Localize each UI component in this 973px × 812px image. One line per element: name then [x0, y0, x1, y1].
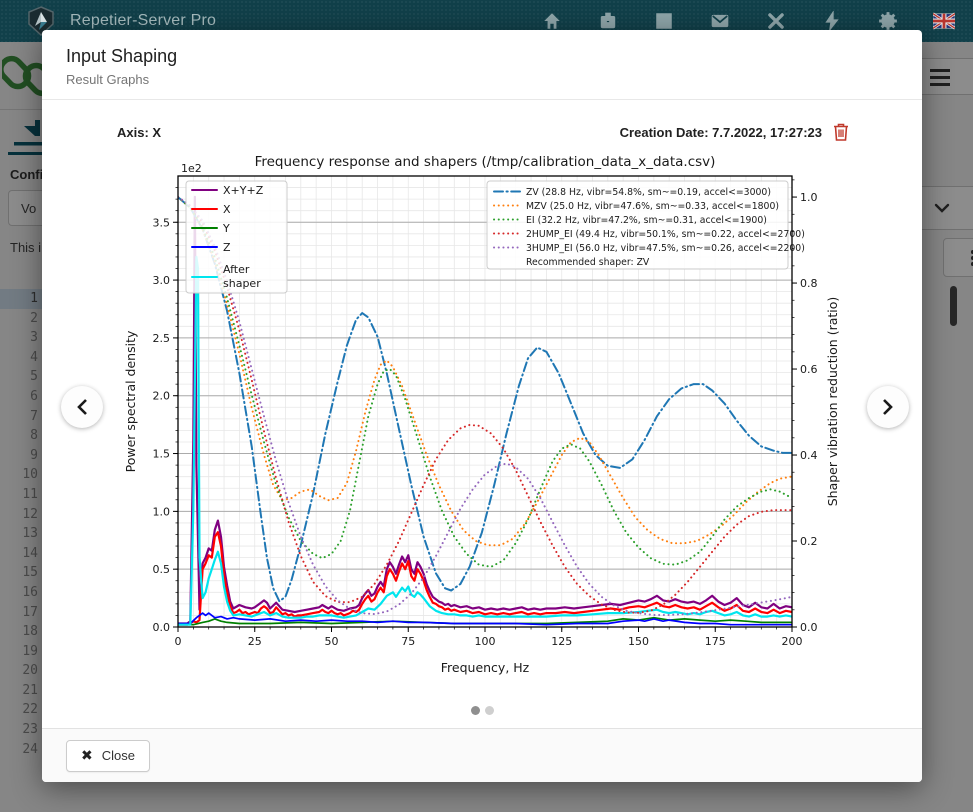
svg-text:1.0: 1.0: [153, 505, 171, 518]
svg-text:0.2: 0.2: [800, 535, 818, 548]
svg-text:Z: Z: [223, 241, 231, 254]
svg-text:MZV (25.0 Hz, vibr=47.6%, sm~=: MZV (25.0 Hz, vibr=47.6%, sm~=0.33, acce…: [526, 201, 779, 212]
svg-text:2.0: 2.0: [153, 390, 171, 403]
svg-text:200: 200: [782, 635, 803, 648]
carousel-pagination: [42, 706, 922, 715]
svg-text:175: 175: [705, 635, 726, 648]
svg-text:125: 125: [551, 635, 572, 648]
svg-text:3.5: 3.5: [153, 216, 171, 229]
dialog-title: Input Shaping: [66, 46, 898, 67]
dialog-footer: ✖ Close: [42, 728, 922, 782]
svg-text:X: X: [223, 203, 231, 216]
input-shaping-dialog: Input Shaping Result Graphs Axis: X Crea…: [42, 30, 922, 782]
svg-text:0.4: 0.4: [800, 449, 818, 462]
close-button[interactable]: ✖ Close: [66, 740, 150, 772]
svg-text:75: 75: [401, 635, 415, 648]
svg-text:25: 25: [248, 635, 262, 648]
svg-text:0.0: 0.0: [153, 621, 171, 634]
next-graph-button[interactable]: [867, 386, 909, 428]
creation-date-label: Creation Date: 7.7.2022, 17:27:23: [620, 125, 822, 140]
svg-text:100: 100: [475, 635, 496, 648]
svg-text:0.6: 0.6: [800, 363, 818, 376]
power-icon[interactable]: [821, 10, 843, 32]
printer-icon[interactable]: [597, 10, 619, 32]
svg-text:shaper: shaper: [223, 277, 261, 290]
screen: Repetier-Server Pro: [0, 0, 973, 812]
home-icon[interactable]: [541, 10, 563, 32]
dialog-header: Input Shaping Result Graphs: [42, 30, 922, 100]
svg-text:Power spectral density: Power spectral density: [123, 330, 138, 472]
axis-info-row: Axis: X Creation Date: 7.7.2022, 17:27:2…: [117, 122, 850, 142]
close-x-icon: ✖: [81, 747, 93, 764]
svg-text:150: 150: [628, 635, 649, 648]
svg-text:Shaper vibration reduction (ra: Shaper vibration reduction (ratio): [825, 297, 840, 507]
app-title: Repetier-Server Pro: [70, 12, 216, 30]
svg-text:3.0: 3.0: [153, 274, 171, 287]
svg-text:Recommended shaper: ZV: Recommended shaper: ZV: [526, 257, 650, 268]
svg-text:ZV (28.8 Hz, vibr=54.8%, sm~=0: ZV (28.8 Hz, vibr=54.8%, sm~=0.19, accel…: [526, 187, 771, 198]
uk-flag-icon[interactable]: [933, 10, 955, 32]
svg-text:Frequency, Hz: Frequency, Hz: [441, 660, 530, 675]
carousel-dot[interactable]: [485, 706, 494, 715]
settings-icon[interactable]: [877, 10, 899, 32]
svg-text:0.5: 0.5: [153, 563, 171, 576]
svg-text:0.0: 0.0: [800, 621, 818, 634]
svg-text:50: 50: [325, 635, 339, 648]
carousel-dot[interactable]: [471, 706, 480, 715]
svg-text:X+Y+Z: X+Y+Z: [223, 184, 264, 197]
svg-text:1e2: 1e2: [181, 162, 202, 175]
svg-text:Frequency response and shapers: Frequency response and shapers (/tmp/cal…: [255, 154, 716, 170]
svg-text:2.5: 2.5: [153, 332, 171, 345]
svg-text:After: After: [223, 263, 250, 276]
chevron-right-icon: [882, 398, 894, 416]
svg-text:0.8: 0.8: [800, 277, 818, 290]
axis-label: Axis: X: [117, 125, 161, 140]
svg-text:1.5: 1.5: [153, 448, 171, 461]
svg-text:0: 0: [175, 635, 182, 648]
prev-graph-button[interactable]: [61, 386, 103, 428]
svg-text:1.0: 1.0: [800, 191, 818, 204]
svg-text:2HUMP_EI (49.4 Hz, vibr=50.1%,: 2HUMP_EI (49.4 Hz, vibr=50.1%, sm~=0.22,…: [526, 229, 805, 240]
chevron-left-icon: [76, 398, 88, 416]
tools-icon[interactable]: [765, 10, 787, 32]
svg-text:Y: Y: [222, 222, 230, 235]
svg-text:3HUMP_EI (56.0 Hz, vibr=47.5%,: 3HUMP_EI (56.0 Hz, vibr=47.5%, sm~=0.26,…: [526, 243, 805, 254]
delete-trash-icon[interactable]: [832, 122, 850, 142]
messages-icon[interactable]: [709, 10, 731, 32]
dialog-subtitle: Result Graphs: [66, 72, 898, 87]
svg-text:EI (32.2 Hz, vibr=47.2%, sm~=0: EI (32.2 Hz, vibr=47.2%, sm~=0.31, accel…: [526, 215, 767, 226]
result-chart: 02550751001251501752000.00.51.01.52.02.5…: [115, 148, 853, 697]
queue-icon[interactable]: [653, 10, 675, 32]
